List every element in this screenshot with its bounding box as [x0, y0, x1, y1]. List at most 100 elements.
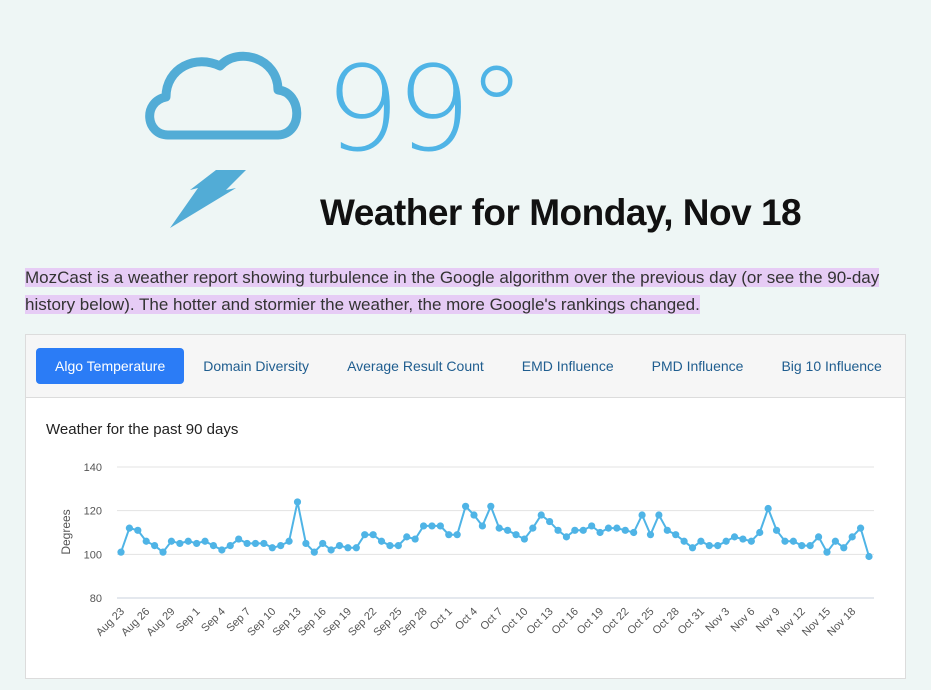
data-point — [596, 528, 604, 537]
chart-panel: Algo Temperature Domain Diversity Averag… — [25, 334, 906, 679]
data-point — [453, 531, 461, 539]
data-point — [638, 511, 646, 519]
data-point — [251, 539, 260, 548]
data-point — [125, 524, 134, 532]
data-point — [840, 544, 848, 552]
data-point — [209, 542, 218, 550]
x-tick-label: Oct 16 — [550, 606, 581, 637]
data-point — [167, 537, 176, 545]
data-point — [562, 533, 571, 541]
data-point — [445, 531, 453, 539]
x-tick-label: Sep 1 — [174, 606, 203, 635]
data-point — [411, 535, 419, 543]
data-point — [688, 544, 697, 552]
data-point — [268, 544, 276, 552]
data-point — [663, 526, 671, 534]
intro-text: MozCast is a weather report showing turb… — [25, 268, 880, 314]
data-point — [546, 517, 554, 526]
x-tick-label: Oct 4 — [453, 606, 480, 633]
x-tick-label: Oct 28 — [650, 606, 681, 637]
data-point — [495, 524, 503, 532]
y-tick-label: 140 — [84, 462, 102, 474]
data-point — [520, 535, 529, 543]
data-point — [193, 539, 201, 548]
page-title: Weather for Monday, Nov 18 — [320, 192, 802, 233]
data-point — [428, 522, 436, 530]
data-point — [218, 546, 226, 554]
data-point — [655, 511, 663, 519]
x-tick-label: Oct 31 — [676, 606, 707, 637]
data-point — [302, 539, 310, 548]
x-tick-label: Oct 1 — [428, 606, 455, 633]
data-point — [310, 548, 318, 556]
y-tick-label: 80 — [90, 593, 102, 605]
x-tick-label: Oct 22 — [600, 606, 631, 637]
data-point — [705, 542, 713, 550]
data-point — [134, 526, 142, 534]
data-point — [487, 502, 495, 510]
data-point — [806, 542, 814, 550]
storm-cloud-lightning-icon — [145, 51, 302, 228]
data-point — [604, 524, 613, 532]
data-point — [201, 537, 209, 545]
x-tick-label: Oct 13 — [524, 606, 555, 637]
data-point — [630, 528, 638, 537]
y-tick-label: 120 — [84, 506, 102, 518]
data-point — [680, 537, 688, 545]
data-point — [293, 498, 302, 506]
data-point — [856, 524, 865, 532]
data-point — [747, 537, 755, 545]
data-point — [470, 511, 478, 519]
data-point — [529, 524, 537, 532]
data-point — [335, 542, 344, 550]
data-point — [361, 531, 369, 539]
data-point — [243, 539, 251, 548]
temperature-line-chart: 80100120140DegreesAug 23Aug 26Aug 29Sep … — [59, 462, 874, 639]
data-point — [697, 537, 705, 545]
data-point — [512, 531, 520, 539]
data-point — [226, 542, 234, 550]
data-point — [327, 546, 335, 554]
data-point — [831, 537, 839, 545]
data-point — [369, 531, 377, 539]
x-tick-label: Oct 25 — [625, 606, 656, 637]
data-point — [646, 531, 655, 539]
x-tick-label: Nov 6 — [729, 606, 758, 635]
data-point — [537, 511, 545, 519]
data-point — [403, 533, 411, 541]
data-point — [176, 539, 184, 548]
data-point — [436, 522, 444, 530]
data-point — [823, 548, 831, 556]
data-point — [277, 542, 285, 550]
data-point — [117, 548, 125, 556]
data-point — [260, 539, 268, 548]
data-point — [772, 526, 781, 534]
data-point — [461, 502, 470, 510]
data-point — [554, 526, 562, 534]
data-point — [352, 544, 360, 552]
data-point — [756, 528, 764, 537]
x-tick-label: Oct 10 — [499, 606, 530, 637]
x-tick-label: Nov 18 — [825, 606, 858, 639]
data-point — [621, 526, 629, 534]
temperature-value: 99° — [325, 40, 526, 178]
x-tick-label: Aug 29 — [144, 606, 177, 639]
data-point — [579, 526, 587, 534]
data-point — [848, 533, 856, 541]
data-point — [235, 535, 243, 543]
data-point — [722, 537, 730, 545]
data-point — [504, 526, 512, 534]
data-point — [142, 537, 150, 545]
data-point — [613, 524, 621, 532]
data-point — [814, 533, 823, 541]
data-point — [865, 552, 873, 561]
data-point — [184, 537, 192, 545]
data-point — [344, 544, 352, 552]
data-point — [394, 542, 402, 550]
data-point — [781, 537, 789, 545]
data-point — [386, 542, 394, 550]
x-tick-label: Nov 3 — [703, 606, 732, 635]
x-tick-label: Sep 4 — [199, 606, 228, 635]
data-point — [571, 526, 579, 534]
data-point — [285, 537, 293, 545]
